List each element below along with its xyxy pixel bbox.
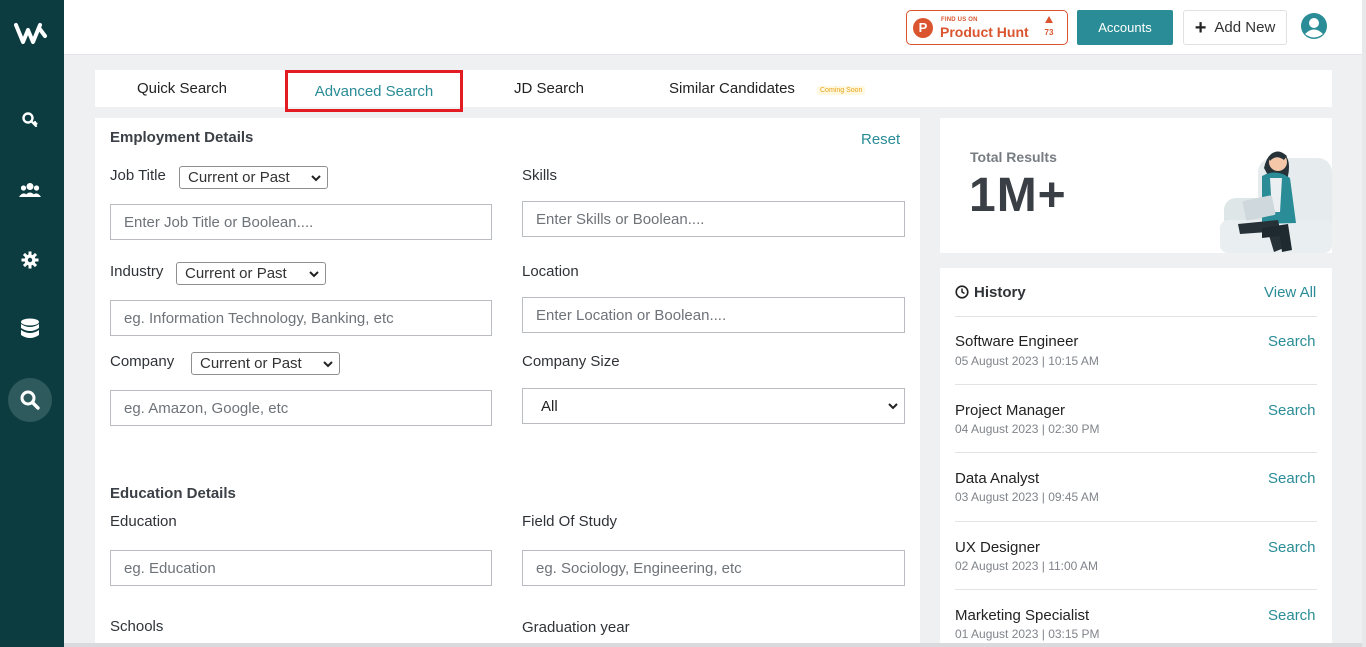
user-avatar-icon[interactable] [1300,12,1328,40]
total-results-card: Total Results 1M+ [940,118,1332,253]
company-size-select[interactable]: All [522,388,905,424]
advanced-search-form: Employment Details Reset Job Title Curre… [95,118,920,647]
history-item-name: Data Analyst [955,470,1040,487]
history-item-search-link[interactable]: Search [1268,333,1316,350]
job-title-scope-select[interactable]: Current or Past [179,166,328,189]
search-key-icon[interactable] [16,106,44,134]
bottom-overlay-strip [64,643,1366,647]
history-item-name: Project Manager [955,402,1066,419]
plus-icon: + [1194,16,1207,39]
chevron-down-icon [309,271,319,278]
chevron-down-icon [888,403,898,410]
search-tabs: Quick Search Advanced Search JD Search S… [95,70,1332,112]
upvote-count: 73 [1044,28,1054,37]
employment-details-title: Employment Details [110,129,254,146]
location-input[interactable]: Enter Location or Boolean.... [522,297,905,333]
product-hunt-logo-icon: P [913,18,933,38]
history-divider [955,384,1317,385]
industry-label: Industry [110,263,164,280]
view-all-link[interactable]: View All [1264,284,1316,301]
top-header: P FIND US ON Product Hunt 73 Accounts + … [64,0,1362,55]
page-scrollbar[interactable] [1362,0,1366,647]
add-new-label: Add New [1214,19,1276,36]
history-item-name: UX Designer [955,539,1041,556]
history-card: History View All Software Engineer 05 Au… [940,268,1332,647]
history-item-date: 03 August 2023 | 09:45 AM [955,490,1099,504]
history-item-name: Marketing Specialist [955,607,1090,624]
product-hunt-badge[interactable]: P FIND US ON Product Hunt 73 [906,10,1068,45]
upvote-arrow-icon [1045,16,1053,23]
product-hunt-tagline: FIND US ON [941,17,978,23]
tab-quick-search[interactable]: Quick Search [125,70,239,107]
job-title-label: Job Title [110,167,166,184]
tab-advanced-search[interactable]: Advanced Search [285,70,463,112]
tab-jd-search[interactable]: JD Search [505,70,593,107]
product-hunt-name: Product Hunt [940,24,1029,40]
history-item-date: 04 August 2023 | 02:30 PM [955,422,1100,436]
chevron-down-icon [323,361,333,368]
field-of-study-input[interactable]: eg. Sociology, Engineering, etc [522,550,905,586]
history-item-date: 01 August 2023 | 03:15 PM [955,627,1100,641]
accounts-button[interactable]: Accounts [1077,10,1173,45]
company-scope-value: Current or Past [200,355,302,372]
skills-input[interactable]: Enter Skills or Boolean.... [522,201,905,237]
job-title-scope-value: Current or Past [188,169,290,186]
industry-scope-select[interactable]: Current or Past [176,262,326,285]
schools-label: Schools [110,618,164,635]
history-divider [955,589,1317,590]
logo-w-icon[interactable] [14,20,48,46]
history-item-name: Software Engineer [955,333,1079,350]
company-scope-select[interactable]: Current or Past [191,352,340,375]
add-new-button[interactable]: + Add New [1183,10,1287,45]
history-item-date: 02 August 2023 | 11:00 AM [955,559,1099,573]
industry-input[interactable]: eg. Information Technology, Banking, etc [110,300,492,336]
database-icon[interactable] [16,315,44,343]
total-results-value: 1M+ [969,169,1067,222]
sidebar [0,0,64,647]
users-icon[interactable] [16,176,44,204]
history-divider [955,452,1317,453]
company-input[interactable]: eg. Amazon, Google, etc [110,390,492,426]
history-item-search-link[interactable]: Search [1268,470,1316,487]
search-icon[interactable] [8,378,52,422]
location-label: Location [522,263,579,280]
woman-laptop-illustration [1220,151,1332,253]
history-title: History [974,284,1026,301]
education-input[interactable]: eg. Education [110,550,492,586]
history-divider [955,521,1317,522]
history-divider [955,316,1317,317]
tab-similar-candidates[interactable]: Similar Candidates [657,70,807,107]
field-of-study-label: Field Of Study [522,513,618,530]
company-label: Company [110,353,175,370]
graduation-year-label: Graduation year [522,619,630,636]
history-item-search-link[interactable]: Search [1268,402,1316,419]
education-details-title: Education Details [110,485,236,502]
job-title-input[interactable]: Enter Job Title or Boolean.... [110,204,492,240]
gear-icon[interactable] [16,246,44,274]
clock-icon [955,285,969,299]
history-item-search-link[interactable]: Search [1268,607,1316,624]
chevron-down-icon [311,175,321,182]
history-item-search-link[interactable]: Search [1268,539,1316,556]
company-size-value: All [541,397,558,415]
skills-label: Skills [522,167,558,184]
reset-link[interactable]: Reset [861,131,900,148]
industry-scope-value: Current or Past [185,265,287,282]
company-size-label: Company Size [522,353,620,370]
history-item-date: 05 August 2023 | 10:15 AM [955,354,1099,368]
coming-soon-badge: Coming Soon [817,86,866,95]
education-label: Education [110,513,177,530]
total-results-label: Total Results [970,149,1057,165]
